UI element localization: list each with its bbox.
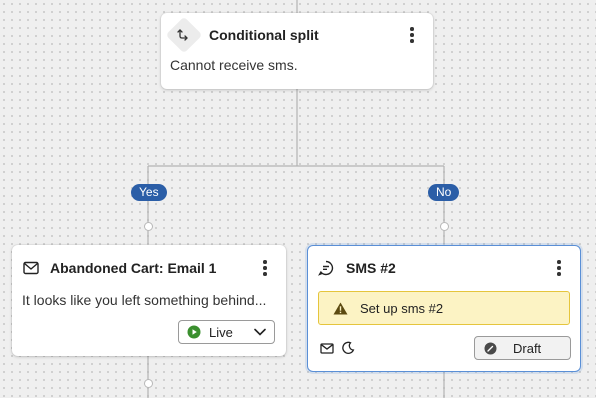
chevron-down-icon (254, 328, 266, 336)
setup-warning-banner[interactable]: Set up sms #2 (318, 291, 570, 325)
split-icon (165, 16, 203, 54)
connector-node (144, 379, 153, 388)
conditional-split-card[interactable]: Conditional split Cannot receive sms. (161, 13, 433, 89)
email-card[interactable]: Abandoned Cart: Email 1 It looks like yo… (12, 245, 286, 356)
email-card-description: It looks like you left something behind.… (22, 292, 267, 308)
email-card-menu-icon[interactable] (258, 260, 272, 276)
warning-text: Set up sms #2 (360, 300, 444, 316)
split-card-title: Conditional split (209, 27, 319, 43)
split-card-menu-icon[interactable] (405, 27, 419, 43)
chat-bubble-icon (318, 260, 334, 276)
play-circle-icon (187, 325, 201, 339)
split-card-description: Cannot receive sms. (170, 57, 298, 73)
draft-icon (484, 342, 497, 354)
branch-yes-label: Yes (131, 184, 167, 201)
warning-icon (333, 302, 348, 314)
connector-node (440, 222, 449, 231)
connector-node (144, 222, 153, 231)
sms-status-label: Draft (513, 340, 542, 356)
email-card-title: Abandoned Cart: Email 1 (50, 260, 217, 276)
sms-card-menu-icon[interactable] (552, 260, 566, 276)
sms-card-title: SMS #2 (346, 260, 396, 276)
sms-card[interactable]: SMS #2 Set up sms #2 Draft (307, 245, 581, 372)
moon-icon (342, 341, 355, 354)
sms-status-button[interactable]: Draft (474, 336, 571, 360)
envelope-icon (23, 261, 39, 275)
branch-no-label: No (428, 184, 460, 201)
email-status-dropdown[interactable]: Live (178, 320, 275, 344)
email-status-label: Live (209, 324, 233, 340)
message-icon (320, 343, 334, 354)
